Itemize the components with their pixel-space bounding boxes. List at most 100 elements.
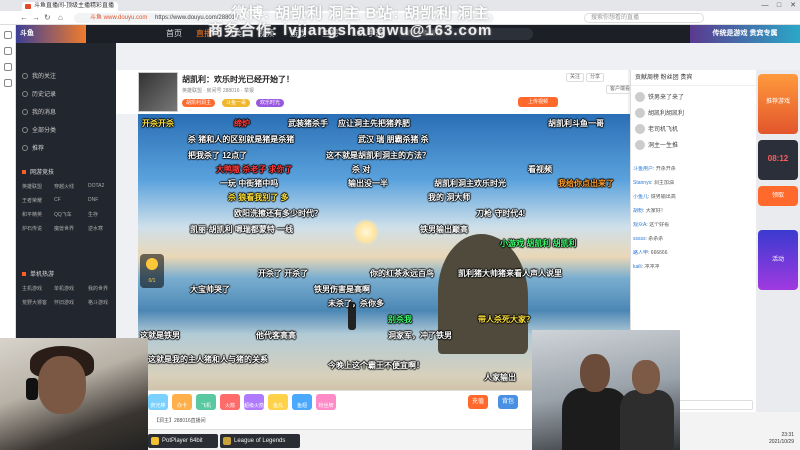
chat-user[interactable]: 斗鱼用户 (633, 166, 653, 172)
danmaku-text: 这就是我的主人猪和人与猪的关系 (148, 355, 268, 364)
category-link[interactable]: 主机游戏 (22, 285, 42, 292)
forward-icon[interactable]: → (32, 12, 40, 24)
chat-user[interactable]: 小鱼儿 (633, 194, 648, 200)
sidebar-item-messages[interactable]: 我的消息 (22, 107, 56, 116)
category-sidebar: 我的关注 历史记录 我的消息 全部分类 推荐 网游竞技 英雄联盟 穿越火线 DO… (16, 43, 116, 338)
browser-tab-title: 斗鱼直播间-顶级主播精彩直播 (34, 3, 114, 9)
gift-item[interactable]: 粉丝牌 (316, 394, 336, 410)
taskbar-app-lol[interactable]: League of Legends (220, 434, 300, 448)
rank-row[interactable]: 洞主一生推 (635, 140, 678, 150)
promo-event-ad[interactable]: 活动 (758, 230, 798, 290)
sidebar-apps-icon[interactable] (4, 79, 12, 87)
douyu-logo[interactable]: 斗鱼 (16, 25, 86, 43)
category-link[interactable]: 荒野大镖客 (22, 299, 47, 306)
chat-user[interactable]: 路人甲 (633, 250, 648, 256)
chat-message: Stannys: 洞主加油 (633, 180, 674, 186)
rank-row[interactable]: 老司机飞机 (635, 124, 678, 134)
promo-claim-button[interactable]: 领取 (758, 186, 798, 206)
home-icon[interactable]: ⌂ (58, 12, 63, 24)
grid-icon (22, 127, 28, 133)
category-link[interactable]: 生存 (88, 211, 98, 218)
category-link[interactable]: DNF (88, 197, 98, 203)
gift-item[interactable]: 飞机 (196, 394, 216, 410)
gift-item[interactable]: 超级火箭 (244, 394, 264, 410)
room-tag[interactable]: 欢乐时光 (256, 99, 285, 107)
category-link[interactable]: 魔兽世界 (54, 225, 74, 232)
sidebar-history-icon[interactable] (4, 47, 12, 55)
gift-item[interactable]: 火箭 (220, 394, 240, 410)
gift-item[interactable]: 荧光棒 (148, 394, 168, 410)
taskbar: 【洞主】288016直播间 PotPlayer 64bit League of … (148, 412, 800, 450)
chat-text: 666666 (650, 250, 668, 256)
minimize-icon[interactable]: — (758, 0, 772, 11)
browser-tab[interactable]: 斗鱼直播间-顶级主播精彩直播 (22, 2, 118, 11)
sidebar-item-history[interactable]: 历史记录 (22, 89, 56, 98)
category-link[interactable]: QQ飞车 (54, 211, 72, 218)
webcam-guest-body (562, 388, 628, 450)
chat-message: 斗鱼用户: 开杀开杀 (633, 166, 676, 172)
chat-text: 洞主加油 (653, 180, 674, 186)
category-link[interactable]: 逆水寒 (88, 225, 103, 232)
category-link[interactable]: 炉石传说 (22, 225, 42, 232)
chat-user[interactable]: Stannys (633, 180, 651, 186)
header-ad-banner[interactable]: 传统是游戏 贵宾专属 (690, 25, 800, 43)
user-avatar (635, 140, 645, 150)
taskbar-app-label: PotPlayer 64bit (162, 438, 203, 444)
chat-user[interactable]: 观众A (633, 222, 646, 228)
rank-row[interactable]: 铁男来了来了 (635, 92, 684, 102)
gift-item[interactable]: 鱼丸 (268, 394, 288, 410)
sidebar-item-categories[interactable]: 全部分类 (22, 125, 56, 134)
category-link[interactable]: 我的世界 (88, 285, 108, 292)
danmaku-text: 我的 洞大师 (428, 193, 471, 202)
danmaku-text: 武汉 瑞 朋霸杀猪 杀 (358, 135, 429, 144)
chat-user[interactable]: sssss (633, 236, 646, 242)
gift-item[interactable]: 鱼翅 (292, 394, 312, 410)
promo-game-ad[interactable]: 推荐游戏 (758, 74, 798, 134)
sidebar-download-icon[interactable] (4, 63, 12, 71)
danmaku-text: 刀枪 守时代4! (476, 209, 526, 218)
category-link[interactable]: 穿越火线 (54, 183, 74, 190)
room-tag[interactable]: 斗鱼一哥 (222, 99, 251, 107)
promo-column: 推荐游戏 08:12 领取 活动 (756, 70, 800, 412)
user-avatar (635, 108, 645, 118)
category-link[interactable]: 怀旧游戏 (54, 299, 74, 306)
streamer-avatar[interactable] (138, 72, 178, 112)
danmaku-text: 应让洞主先把猪养肥 (338, 119, 410, 128)
chat-text: 铁男输出高 (650, 194, 676, 200)
room-tag[interactable]: 胡凯利洞主 (182, 99, 216, 107)
fishball-badge[interactable]: 0/1 (140, 254, 164, 288)
taskbar-app-potplayer[interactable]: PotPlayer 64bit (148, 434, 218, 448)
follow-button[interactable]: 关注 (566, 73, 585, 82)
danmaku-text: 凯丽·胡凯利 嗯瑞都蒙特 一线 (190, 225, 294, 234)
chat-message: kaili: 冲冲冲 (633, 264, 660, 270)
back-icon[interactable]: ← (20, 12, 28, 24)
recharge-button[interactable]: 充值 (468, 395, 489, 409)
chat-user[interactable]: 胡粉 (633, 208, 643, 214)
backpack-button[interactable]: 背包 (498, 395, 519, 409)
chat-panel-tabs[interactable]: 贡献周榜 粉丝团 贵宾 (631, 70, 757, 86)
category-link[interactable]: 格斗游戏 (88, 299, 108, 306)
gift-item[interactable]: 办卡 (172, 394, 192, 410)
share-button[interactable]: 分享 (586, 73, 605, 82)
category-link[interactable]: CF (54, 197, 61, 203)
category-link[interactable]: DOTA2 (88, 183, 104, 189)
sidebar-item-follow[interactable]: 我的关注 (22, 71, 56, 80)
sidebar-item-recommend[interactable]: 推荐 (22, 143, 44, 152)
category-link[interactable]: 和平精英 (22, 211, 42, 218)
nav-home[interactable]: 首页 (166, 25, 182, 43)
heart-icon (22, 73, 28, 79)
category-link[interactable]: 英雄联盟 (22, 183, 42, 190)
category-link[interactable]: 王者荣耀 (22, 197, 42, 204)
browser-search-input[interactable]: 搜索你想看的直播 (584, 13, 704, 23)
rank-name: 老司机飞机 (648, 127, 679, 133)
video-sun (353, 219, 379, 245)
upload-video-button[interactable]: 上传视频 (518, 97, 558, 107)
maximize-icon[interactable]: □ (772, 0, 786, 11)
close-icon[interactable]: ✕ (786, 0, 800, 11)
sidebar-favorites-icon[interactable] (4, 31, 12, 39)
chat-user[interactable]: kaili (633, 264, 642, 270)
rank-row[interactable]: 胡凯利胡凯利 (635, 108, 684, 118)
refresh-icon[interactable]: ↻ (44, 12, 51, 24)
category-link[interactable]: 单机游戏 (54, 285, 74, 292)
danmaku-text: 缔炉 (234, 119, 250, 128)
